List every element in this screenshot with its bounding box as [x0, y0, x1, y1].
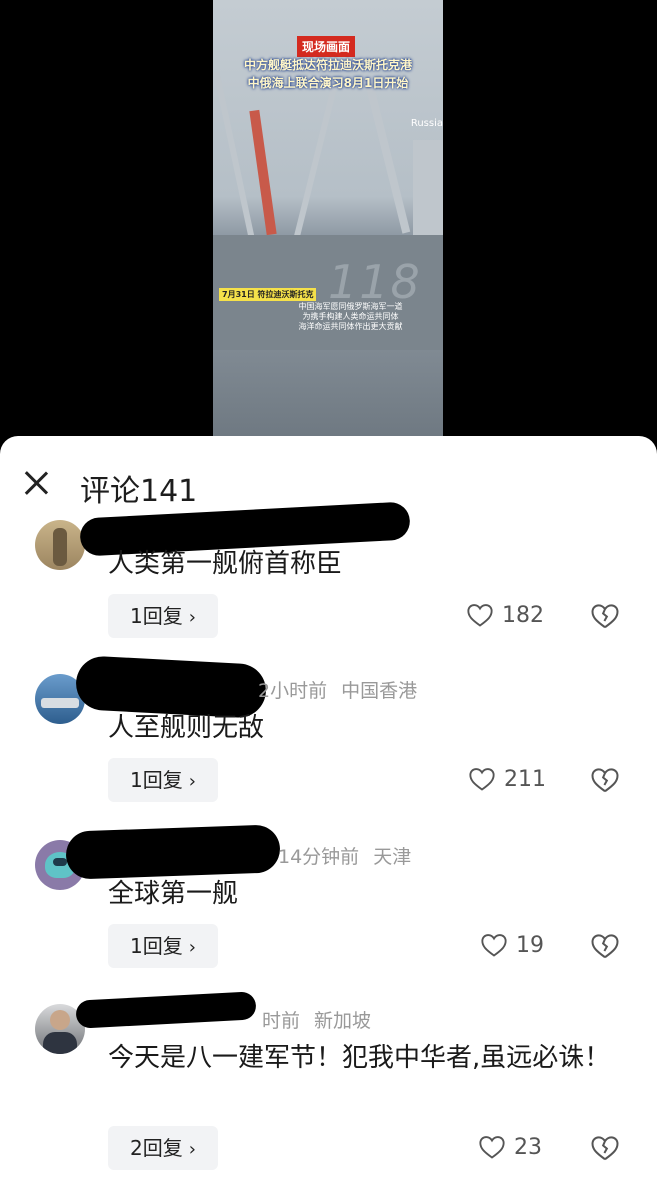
like-button[interactable]: 23	[478, 1134, 542, 1160]
comment-item: 时前 新加坡 今天是八一建军节！犯我中华者,虽远必诛！ 2回复 › 23	[0, 991, 657, 1200]
comment-text: 全球第一舰	[108, 879, 239, 909]
comment-time: 时前	[262, 1010, 301, 1032]
caption-line: 为携手构建人类命运共同体	[302, 312, 399, 321]
broken-heart-icon	[591, 768, 619, 793]
reply-button[interactable]: 2回复 ›	[108, 1126, 218, 1170]
live-badge: 现场画面	[297, 36, 356, 57]
video-player[interactable]: 118 现场画面 中方舰艇抵达符拉迪沃斯托克港 中俄海上联合演习8月1日开始 R…	[213, 0, 443, 436]
comments-title: 评论141	[80, 474, 198, 509]
comment-item: 14分钟前 天津 全球第一舰 1回复 › 19	[0, 824, 657, 992]
comment-meta: 时前 新加坡	[262, 1006, 385, 1033]
crane	[249, 109, 277, 236]
chevron-right-icon: ›	[188, 771, 196, 792]
crane	[213, 71, 255, 239]
chevron-right-icon: ›	[188, 607, 196, 628]
caption-line: 中国海军愿同俄罗斯海军一道	[298, 302, 403, 311]
reply-button[interactable]: 1回复 ›	[108, 758, 218, 802]
crane	[363, 76, 411, 234]
comment-location: 新加坡	[314, 1010, 372, 1032]
comments-sheet: 评论141 人类第一舰俯首称臣 1回复 › 182 2小时前 中国香港 人至舰则无敌…	[0, 436, 657, 1200]
crane	[293, 81, 339, 239]
like-count: 23	[514, 1134, 542, 1160]
comment-time: 2小时前	[258, 680, 328, 702]
reply-label: 2回复	[130, 1136, 183, 1160]
comment-text: 人类第一舰俯首称臣	[108, 549, 343, 579]
reply-label: 1回复	[130, 604, 183, 628]
comment-meta: 14分钟前 天津	[278, 842, 425, 869]
chevron-right-icon: ›	[188, 937, 196, 958]
broken-heart-icon	[591, 1136, 619, 1161]
corner-text: Russia	[410, 118, 443, 129]
video-caption: 中国海军愿同俄罗斯海军一道 为携手构建人类命运共同体 海洋命运共同体作出更大贡献	[263, 302, 438, 332]
reply-label: 1回复	[130, 934, 183, 958]
comment-location: 中国香港	[341, 680, 418, 702]
sea	[213, 350, 443, 436]
comment-text: 今天是八一建军节！犯我中华者,虽远必诛！	[108, 1043, 611, 1073]
dislike-button[interactable]	[590, 932, 620, 962]
heart-icon	[469, 768, 495, 791]
heart-icon	[481, 934, 507, 957]
close-icon[interactable]	[18, 466, 54, 502]
broken-heart-icon	[591, 604, 619, 629]
video-area: 118 现场画面 中方舰艇抵达符拉迪沃斯托克港 中俄海上联合演习8月1日开始 R…	[0, 0, 657, 440]
chevron-right-icon: ›	[188, 1139, 196, 1160]
headline-line-1: 中方舰艇抵达符拉迪沃斯托克港	[243, 58, 412, 72]
redacted-username	[75, 991, 257, 1029]
like-count: 182	[502, 602, 544, 628]
comment-text: 人至舰则无敌	[108, 713, 265, 743]
dislike-button[interactable]	[590, 1134, 620, 1164]
like-button[interactable]: 211	[468, 766, 546, 792]
like-button[interactable]: 19	[480, 932, 544, 958]
comment-meta: 2小时前 中国香港	[258, 676, 431, 703]
reply-button[interactable]: 1回复 ›	[108, 924, 218, 968]
hull-number: 118	[328, 255, 422, 309]
superstructure	[413, 140, 443, 235]
caption-line: 海洋命运共同体作出更大贡献	[298, 322, 403, 331]
comment-item: 人类第一舰俯首称臣 1回复 › 182	[0, 501, 657, 666]
dislike-button[interactable]	[590, 766, 620, 796]
comment-time: 14分钟前	[278, 846, 360, 868]
like-count: 211	[504, 766, 546, 792]
comment-location: 天津	[373, 846, 412, 868]
heart-icon	[467, 604, 493, 627]
like-button[interactable]: 182	[466, 602, 544, 628]
avatar[interactable]	[35, 520, 85, 570]
headline-line-2: 中俄海上联合演习8月1日开始	[247, 76, 409, 90]
reply-button[interactable]: 1回复 ›	[108, 594, 218, 638]
dislike-button[interactable]	[590, 602, 620, 632]
date-tag: 7月31日 符拉迪沃斯托克	[219, 288, 317, 301]
comment-item: 2小时前 中国香港 人至舰则无敌 1回复 › 211	[0, 655, 657, 831]
reply-label: 1回复	[130, 768, 183, 792]
like-count: 19	[516, 932, 544, 958]
redacted-username	[65, 824, 281, 880]
broken-heart-icon	[591, 934, 619, 959]
heart-icon	[479, 1136, 505, 1159]
